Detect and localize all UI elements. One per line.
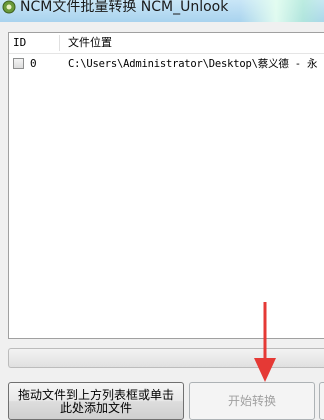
- file-list[interactable]: ID 文件位置 0 C:\Users\Administrator\Desktop…: [8, 32, 324, 339]
- column-header-path[interactable]: 文件位置: [68, 33, 112, 53]
- add-files-label-line2: 此处添加文件: [59, 401, 132, 415]
- list-header: ID 文件位置: [9, 33, 324, 54]
- add-files-button[interactable]: 拖动文件到上方列表框或单击 此处添加文件: [8, 382, 184, 420]
- annotation-arrow-icon: [254, 302, 276, 382]
- row-id: 0: [30, 57, 37, 70]
- title-bar[interactable]: NCM文件批量转换 NCM_Unlook: [0, 0, 324, 22]
- column-header-id[interactable]: ID: [13, 33, 26, 53]
- window-title: NCM文件批量转换 NCM_Unlook: [20, 0, 229, 15]
- window-client: ID 文件位置 0 C:\Users\Administrator\Desktop…: [0, 22, 324, 420]
- row-checkbox[interactable]: [13, 58, 24, 69]
- list-row[interactable]: 0 C:\Users\Administrator\Desktop\蔡义德 - 永: [9, 55, 324, 73]
- column-separator[interactable]: [59, 35, 60, 51]
- app-icon: [2, 0, 16, 14]
- row-file-path: C:\Users\Administrator\Desktop\蔡义德 - 永: [68, 58, 318, 70]
- title-bar-glare: [240, 0, 324, 22]
- start-convert-button[interactable]: 开始转换: [189, 382, 315, 420]
- partial-button[interactable]: [319, 382, 324, 420]
